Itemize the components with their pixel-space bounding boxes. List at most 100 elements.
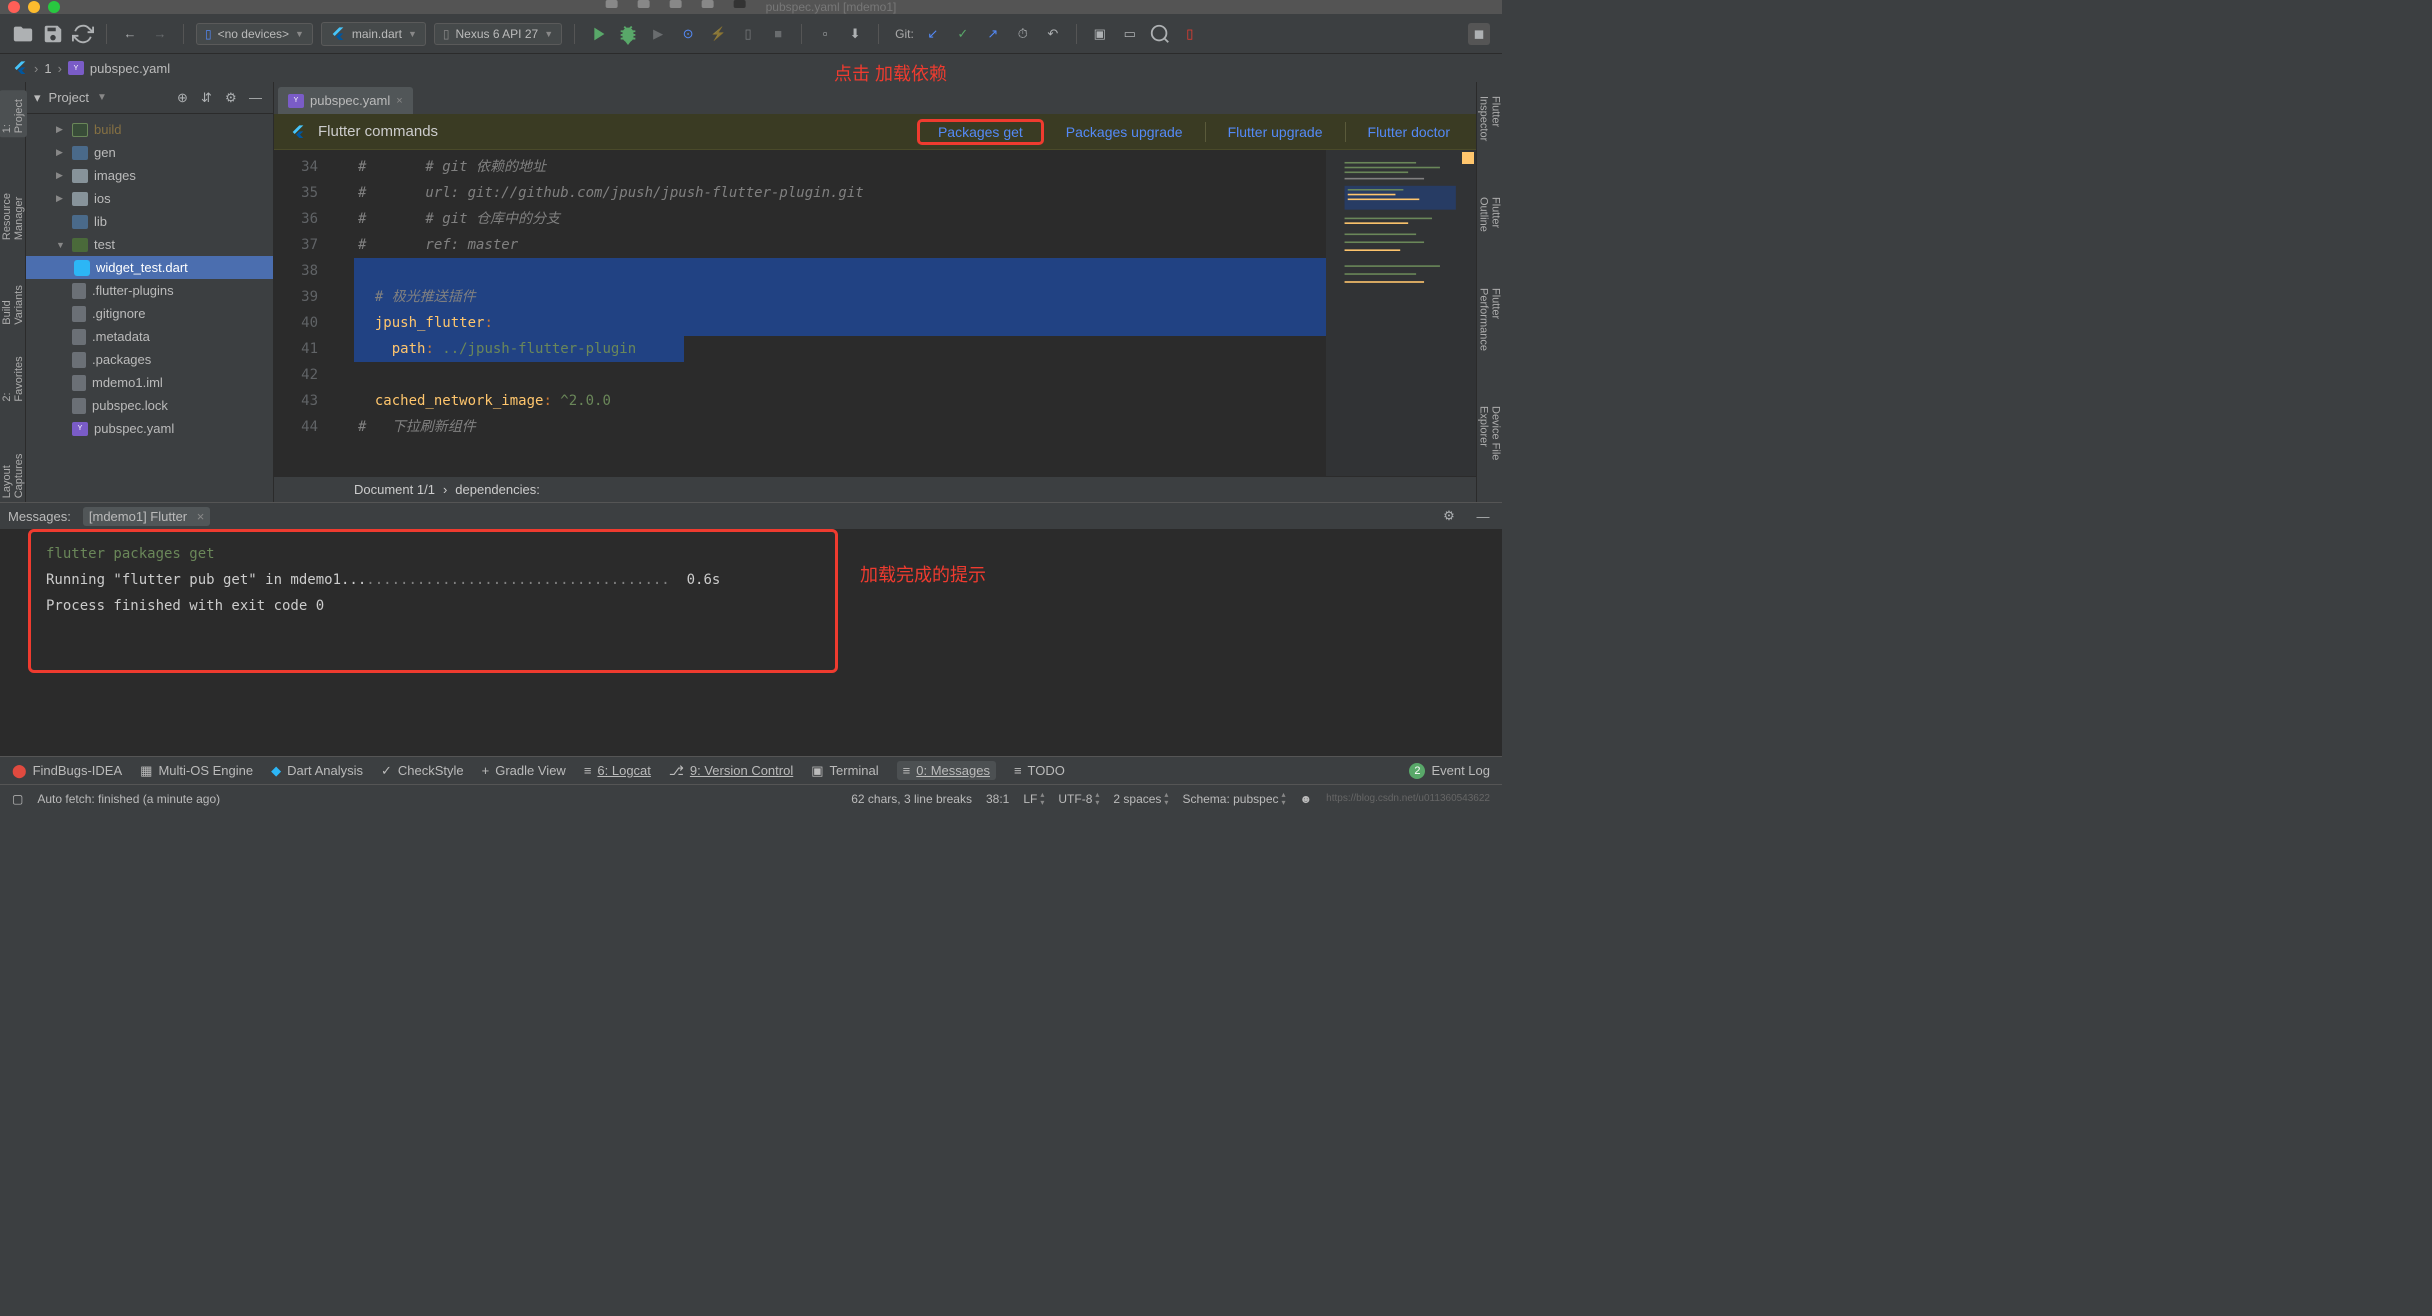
git-update-icon[interactable]: ↙ xyxy=(922,23,944,45)
git-history-icon[interactable]: ⏱ xyxy=(1012,23,1034,45)
run-icon[interactable] xyxy=(587,23,609,45)
logcat-tab[interactable]: ≡6: Logcat xyxy=(584,763,651,778)
locate-icon[interactable]: ⊕ xyxy=(177,90,193,106)
close-tab-icon[interactable]: × xyxy=(197,509,205,524)
status-hector-icon[interactable]: ☻ xyxy=(1300,792,1313,806)
back-icon[interactable]: ← xyxy=(119,23,141,45)
gear-icon[interactable]: ⚙ xyxy=(225,90,241,106)
messages-tab[interactable]: ≡0: Messages xyxy=(897,761,996,780)
debug-icon[interactable] xyxy=(617,23,639,45)
tree-folder-ios[interactable]: ▶ios xyxy=(26,187,273,210)
tree-file-widget-test[interactable]: widget_test.dart xyxy=(26,256,273,279)
messages-panel: Messages: [mdemo1] Flutter × ⚙ — flutter… xyxy=(0,502,1502,798)
stop-icon[interactable]: ■ xyxy=(767,23,789,45)
git-commit-icon[interactable]: ✓ xyxy=(952,23,974,45)
tree-file-packages[interactable]: .packages xyxy=(26,348,273,371)
resource-manager-tab[interactable]: Resource Manager xyxy=(0,157,27,244)
version-control-tab[interactable]: ⎇9: Version Control xyxy=(669,763,793,779)
hot-reload-icon[interactable]: ⚡ xyxy=(707,23,729,45)
avd-manager-icon[interactable]: ▫ xyxy=(814,23,836,45)
multi-os-engine-tab[interactable]: ▦Multi-OS Engine xyxy=(140,763,253,779)
collapse-icon[interactable]: ⇵ xyxy=(201,90,217,106)
forward-icon[interactable]: → xyxy=(149,23,171,45)
todo-tab[interactable]: ≡TODO xyxy=(1014,763,1065,778)
packages-upgrade-link[interactable]: Packages upgrade xyxy=(1056,120,1193,144)
checkstyle-tab[interactable]: ✓CheckStyle xyxy=(381,763,464,779)
status-line-ending[interactable]: LF▴▾ xyxy=(1023,791,1044,807)
hide-panel-icon[interactable]: — xyxy=(1472,505,1494,527)
main-toolbar: ← → ▯ <no devices> ▼ main.dart ▼ ▯ Nexus… xyxy=(0,14,1502,54)
navigation-breadcrumb: › 1 › Y pubspec.yaml xyxy=(0,54,1502,82)
build-variants-tab[interactable]: Build Variants xyxy=(0,264,27,329)
status-schema[interactable]: Schema: pubspec▴▾ xyxy=(1182,791,1285,807)
messages-tab-flutter[interactable]: [mdemo1] Flutter × xyxy=(83,507,210,526)
status-indent[interactable]: 2 spaces▴▾ xyxy=(1113,791,1168,807)
save-all-icon[interactable] xyxy=(42,23,64,45)
flutter-doctor-link[interactable]: Flutter doctor xyxy=(1358,120,1460,144)
yaml-icon: Y xyxy=(288,94,304,108)
gradle-view-tab[interactable]: +Gradle View xyxy=(482,763,566,778)
close-tab-icon[interactable]: × xyxy=(396,95,402,107)
flag-icon[interactable]: ▯ xyxy=(1179,23,1201,45)
open-icon[interactable] xyxy=(12,23,34,45)
tree-file-flutter-plugins[interactable]: .flutter-plugins xyxy=(26,279,273,302)
tree-folder-build[interactable]: ▶build xyxy=(26,118,273,141)
git-compare-icon[interactable]: ↗ xyxy=(982,23,1004,45)
run-config-selector[interactable]: main.dart ▼ xyxy=(321,22,426,46)
hide-icon[interactable]: — xyxy=(249,90,265,106)
maximize-window-button[interactable] xyxy=(48,1,60,13)
tree-file-iml[interactable]: mdemo1.iml xyxy=(26,371,273,394)
layout-captures-tab[interactable]: Layout Captures xyxy=(0,426,27,502)
profile-icon[interactable]: ⊙ xyxy=(677,23,699,45)
tree-file-gitignore[interactable]: .gitignore xyxy=(26,302,273,325)
flutter-upgrade-link[interactable]: Flutter upgrade xyxy=(1218,120,1333,144)
tree-folder-test[interactable]: ▼test xyxy=(26,233,273,256)
message-exit: Process finished with exit code 0 xyxy=(46,593,1482,619)
git-rollback-icon[interactable]: ↶ xyxy=(1042,23,1064,45)
project-tree[interactable]: ▶build ▶gen ▶images ▶ios lib ▼test widge… xyxy=(26,114,273,502)
line-number-gutter: 34353637 38394041 424344 xyxy=(274,150,332,476)
tree-folder-images[interactable]: ▶images xyxy=(26,164,273,187)
breadcrumb-file[interactable]: pubspec.yaml xyxy=(90,61,170,76)
terminal-tab[interactable]: ▣Terminal xyxy=(811,763,878,779)
dart-analysis-tab[interactable]: ◆Dart Analysis xyxy=(271,763,363,779)
favorites-tab[interactable]: 2: Favorites xyxy=(0,349,27,406)
tree-file-pubspec-lock[interactable]: pubspec.lock xyxy=(26,394,273,417)
code-minimap[interactable] xyxy=(1326,150,1476,476)
messages-output[interactable]: flutter packages get Running "flutter pu… xyxy=(26,529,1502,631)
status-encoding[interactable]: UTF-8▴▾ xyxy=(1058,791,1099,807)
message-command: flutter packages get xyxy=(46,541,1482,567)
tree-folder-lib[interactable]: lib xyxy=(26,210,273,233)
sdk-manager-icon[interactable]: ⬇ xyxy=(844,23,866,45)
attach-icon[interactable]: ▯ xyxy=(737,23,759,45)
tree-file-metadata[interactable]: .metadata xyxy=(26,325,273,348)
minimize-window-button[interactable] xyxy=(28,1,40,13)
device-selector[interactable]: ▯ <no devices> ▼ xyxy=(196,23,313,45)
device-file-explorer-tab[interactable]: Device File Explorer xyxy=(1476,400,1504,502)
event-log-tab[interactable]: 2Event Log xyxy=(1409,763,1490,779)
yaml-icon: Y xyxy=(68,61,84,75)
flutter-inspector-tab[interactable]: Flutter Inspector xyxy=(1476,90,1504,175)
packages-get-link[interactable]: Packages get xyxy=(928,120,1033,144)
flutter-performance-tab[interactable]: Flutter Performance xyxy=(1476,282,1504,383)
flutter-commands-bar: Flutter commands Packages get Packages u… xyxy=(274,114,1476,150)
left-tool-strip: 1: Project Resource Manager Build Varian… xyxy=(0,82,26,502)
coverage-icon[interactable]: ▶ xyxy=(647,23,669,45)
tree-folder-gen[interactable]: ▶gen xyxy=(26,141,273,164)
editor-tab-pubspec[interactable]: Y pubspec.yaml × xyxy=(278,87,413,114)
project-structure-icon[interactable]: ▣ xyxy=(1089,23,1111,45)
search-icon[interactable] xyxy=(1149,23,1171,45)
sync-icon[interactable] xyxy=(72,23,94,45)
editor-tabs: Y pubspec.yaml × xyxy=(274,82,1476,114)
gear-icon[interactable]: ⚙ xyxy=(1438,505,1460,527)
close-window-button[interactable] xyxy=(8,1,20,13)
run-anything-icon[interactable]: ▭ xyxy=(1119,23,1141,45)
emulator-selector[interactable]: ▯ Nexus 6 API 27 ▼ xyxy=(434,23,562,45)
tree-file-pubspec-yaml[interactable]: Ypubspec.yaml xyxy=(26,417,273,440)
code-editor[interactable]: 34353637 38394041 424344 # # git 依赖的地址 #… xyxy=(274,150,1476,476)
project-tool-tab[interactable]: 1: Project xyxy=(0,90,27,137)
findbugs-tab[interactable]: ⬤FindBugs-IDEA xyxy=(12,763,122,779)
user-icon[interactable]: ◼ xyxy=(1468,23,1490,45)
status-caret-position[interactable]: 38:1 xyxy=(986,792,1009,806)
flutter-outline-tab[interactable]: Flutter Outline xyxy=(1476,191,1504,266)
